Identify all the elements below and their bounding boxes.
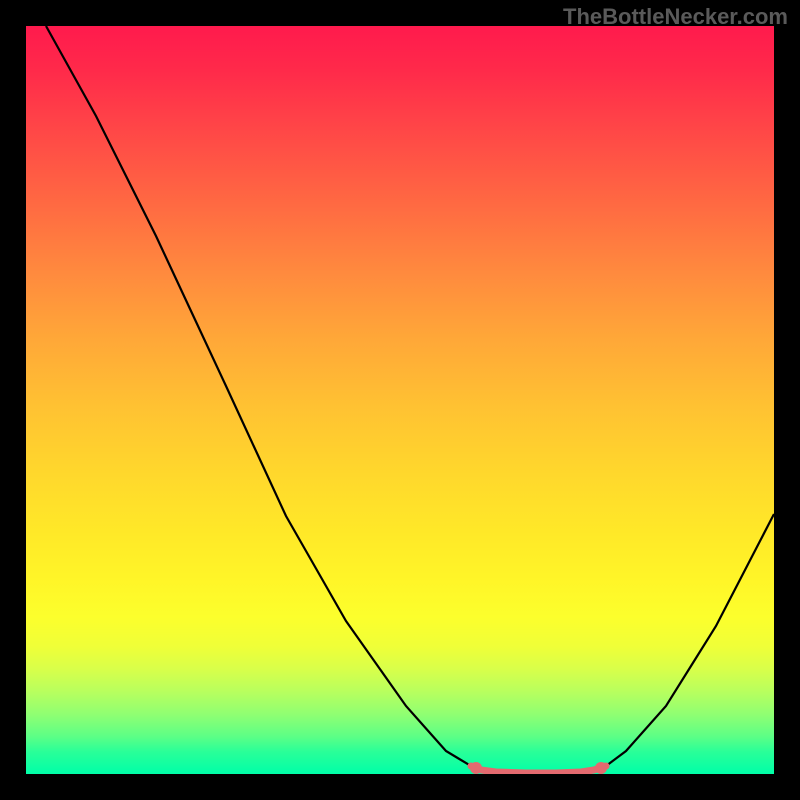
highlight-dot xyxy=(595,762,607,774)
chart-plot-area xyxy=(26,26,774,774)
highlight-dot xyxy=(470,762,482,774)
highlight-segment-line xyxy=(471,766,606,773)
watermark-text: TheBottleNecker.com xyxy=(563,4,788,30)
bottleneck-curve-line xyxy=(46,26,774,773)
chart-svg xyxy=(26,26,774,774)
